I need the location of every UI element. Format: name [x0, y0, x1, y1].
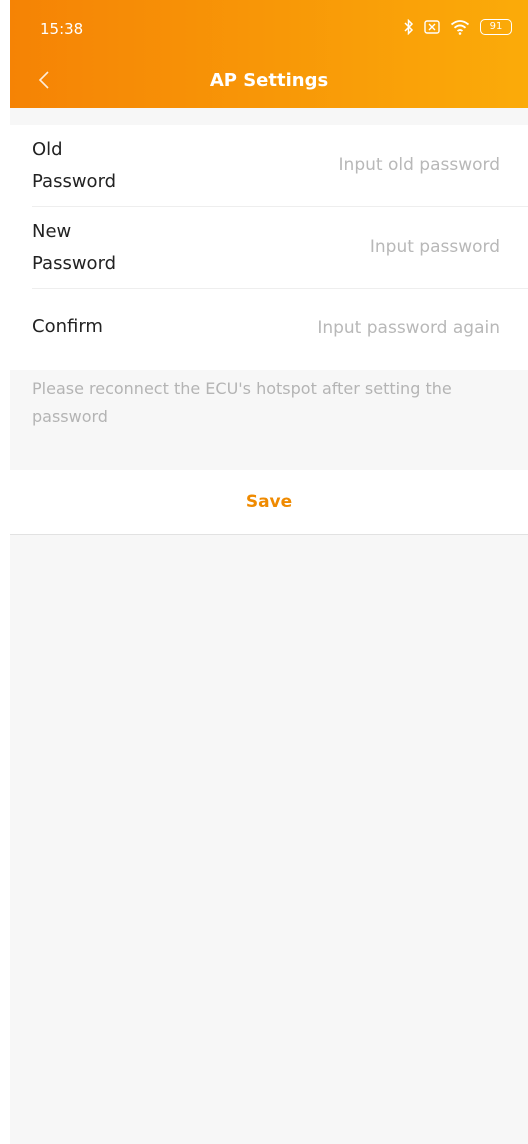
new-password-label-line2: Password [32, 253, 117, 274]
confirm-password-row: Confirm [10, 289, 528, 371]
old-password-label: Old Password [32, 134, 116, 198]
confirm-label: Confirm [32, 316, 103, 337]
status-icons: 91 [404, 19, 512, 35]
battery-level: 91 [489, 21, 503, 32]
save-button[interactable]: Save [10, 470, 528, 534]
new-password-label: New Password [32, 216, 116, 280]
password-form: Old Password New Password Confirm [10, 125, 528, 370]
new-password-input[interactable] [250, 230, 500, 264]
old-password-row: Old Password [10, 125, 528, 207]
new-password-row: New Password [10, 207, 528, 289]
old-password-input[interactable] [250, 148, 500, 182]
status-time: 15:38 [40, 20, 84, 38]
old-password-label-line1: Old [32, 139, 63, 160]
header: 15:38 91 AP Settings [10, 0, 528, 108]
page-title: AP Settings [209, 70, 329, 91]
battery-icon: 91 [480, 19, 512, 35]
confirm-password-input[interactable] [250, 311, 500, 345]
new-password-label-line1: New [32, 221, 72, 242]
save-area: Save [10, 470, 528, 535]
reconnect-notice: Please reconnect the ECU's hotspot after… [32, 379, 452, 426]
nav-bar: AP Settings [10, 56, 528, 108]
bluetooth-icon [404, 19, 414, 35]
wifi-icon [450, 20, 470, 35]
left-edge-strip [0, 0, 10, 1144]
sim-off-icon [424, 20, 440, 34]
old-password-label-line2: Password [32, 171, 117, 192]
ap-settings-screen: 15:38 91 AP Settings Old Password New Pa… [10, 0, 528, 1144]
status-bar: 15:38 91 [10, 0, 528, 56]
